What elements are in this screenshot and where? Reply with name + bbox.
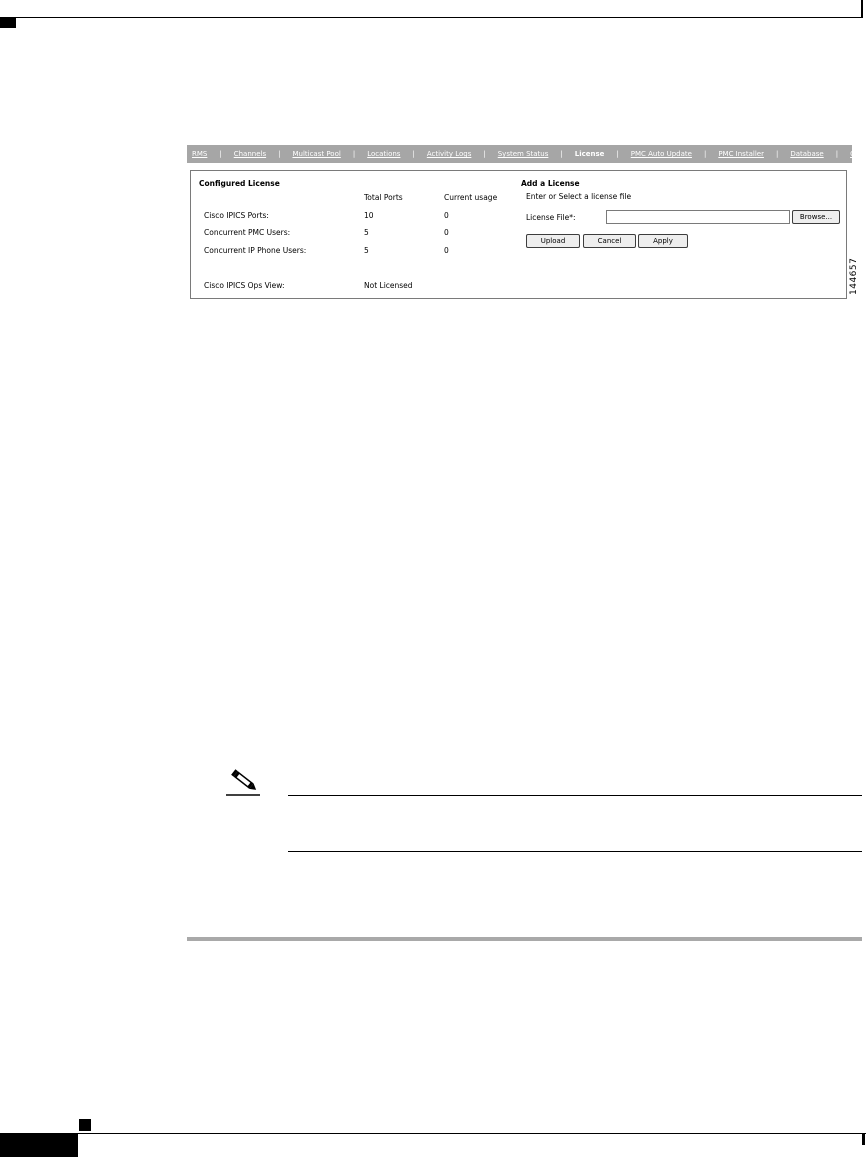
nav-separator: | bbox=[352, 150, 356, 158]
total-ports-header: Total Ports bbox=[364, 193, 403, 202]
footer-block bbox=[0, 1134, 78, 1157]
note-rule-bottom bbox=[288, 851, 862, 852]
nav-separator: | bbox=[703, 150, 707, 158]
nav-separator: | bbox=[775, 150, 779, 158]
nav-rms[interactable]: RMS bbox=[192, 150, 207, 158]
ops-view-label: Cisco IPICS Ops View: bbox=[204, 281, 285, 290]
license-row-usage: 0 bbox=[444, 228, 449, 237]
license-row-usage: 0 bbox=[444, 211, 449, 220]
nav-options[interactable]: Options bbox=[850, 150, 866, 158]
ops-view-status: Not Licensed bbox=[364, 281, 413, 290]
license-panel: Configured License Total Ports Current u… bbox=[190, 170, 847, 299]
nav-pmc-installer[interactable]: PMC Installer bbox=[718, 150, 764, 158]
nav-locations[interactable]: Locations bbox=[367, 150, 400, 158]
nav-activity-logs[interactable]: Activity Logs bbox=[427, 150, 472, 158]
license-row-total: 5 bbox=[364, 228, 369, 237]
license-file-label: License File*: bbox=[526, 213, 576, 222]
nav-separator: | bbox=[616, 150, 619, 158]
license-row-total: 5 bbox=[364, 246, 369, 255]
upload-button[interactable]: Upload bbox=[526, 234, 580, 248]
footer-rule bbox=[0, 1133, 866, 1134]
license-screenshot: RMS | Channels | Multicast Pool | Locati… bbox=[187, 145, 866, 301]
header-tick bbox=[861, 0, 863, 18]
license-row-usage: 0 bbox=[444, 246, 449, 255]
add-license-heading: Add a License bbox=[521, 179, 580, 188]
nav-separator: | bbox=[560, 150, 563, 158]
nav-license[interactable]: License bbox=[575, 150, 605, 158]
license-file-input[interactable] bbox=[606, 210, 790, 224]
nav-separator: | bbox=[483, 150, 486, 158]
cancel-button[interactable]: Cancel bbox=[583, 234, 636, 248]
nav-separator: | bbox=[412, 150, 415, 158]
note-pencil-icon bbox=[226, 767, 262, 797]
header-marker bbox=[0, 18, 16, 28]
footer-marker bbox=[79, 1119, 91, 1131]
nav-separator: | bbox=[278, 150, 281, 158]
header-rule bbox=[0, 17, 862, 18]
configured-license-heading: Configured License bbox=[199, 179, 280, 188]
license-row-name: Cisco IPICS Ports: bbox=[204, 211, 269, 220]
nav-separator: | bbox=[219, 150, 222, 158]
nav-pmc-auto-update[interactable]: PMC Auto Update bbox=[631, 150, 692, 158]
browse-button[interactable]: Browse... bbox=[792, 210, 840, 224]
current-usage-header: Current usage bbox=[444, 193, 498, 202]
footer-tick bbox=[862, 1134, 865, 1145]
note-rule-top bbox=[288, 795, 862, 796]
nav-database[interactable]: Database bbox=[790, 150, 823, 158]
nav-system-status[interactable]: System Status bbox=[498, 150, 549, 158]
nav-separator: | bbox=[835, 150, 839, 158]
section-end-rule bbox=[187, 937, 862, 941]
nav-channels[interactable]: Channels bbox=[234, 150, 266, 158]
figure-id: 144657 bbox=[849, 257, 859, 295]
license-row-name: Concurrent PMC Users: bbox=[204, 228, 291, 237]
license-row-name: Concurrent IP Phone Users: bbox=[204, 246, 307, 255]
license-row-total: 10 bbox=[364, 211, 374, 220]
add-license-instruction: Enter or Select a license file bbox=[526, 192, 632, 201]
apply-button[interactable]: Apply bbox=[638, 234, 688, 248]
admin-nav-bar: RMS | Channels | Multicast Pool | Locati… bbox=[187, 145, 866, 163]
nav-multicast-pool[interactable]: Multicast Pool bbox=[292, 150, 340, 158]
